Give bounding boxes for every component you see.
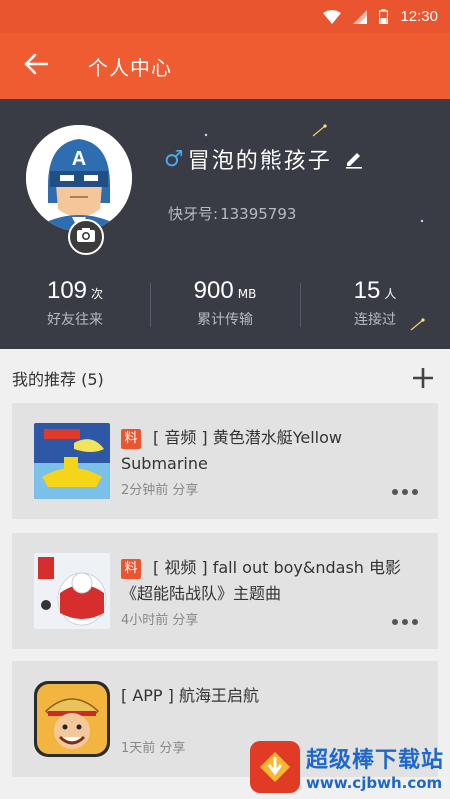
signal-icon xyxy=(353,9,368,24)
app-bar: 个人中心 xyxy=(0,33,450,99)
status-bar: 12:30 xyxy=(0,0,450,33)
more-options-button[interactable] xyxy=(388,489,418,495)
recommend-card[interactable]: 料[ 视频 ] fall out boy&ndash 电影《超能陆战队》主题曲 … xyxy=(12,533,438,649)
kuaiya-id: 快牙号: 13395793 xyxy=(168,203,298,224)
page-title: 个人中心 xyxy=(88,55,172,80)
add-recommend-button[interactable] xyxy=(408,363,438,393)
watermark-url: www.cjbwh.com xyxy=(306,774,443,792)
stats-row: 109 次 好友往来 900 MB 累计传输 15 人 连接过 xyxy=(0,277,450,337)
back-button[interactable] xyxy=(0,33,72,99)
more-options-button[interactable] xyxy=(388,619,418,625)
stat-value: 900 xyxy=(193,277,234,304)
card-meta: 1天前 分享 xyxy=(121,741,186,756)
watermark-title: 超级棒下载站 xyxy=(306,748,445,773)
kuaiya-id-label: 快牙号: xyxy=(168,205,219,223)
stat-unit: MB xyxy=(237,287,257,301)
battery-icon xyxy=(379,9,389,24)
watermark: 超级棒下载站 www.cjbwh.com xyxy=(250,735,450,799)
stat-unit: 人 xyxy=(384,287,397,301)
stat-connected[interactable]: 15 人 连接过 xyxy=(300,277,450,337)
arrow-left-icon xyxy=(24,53,49,79)
status-time: 12:30 xyxy=(400,8,438,25)
card-title: 料[ 视频 ] fall out boy&ndash 电影《超能陆战队》主题曲 xyxy=(121,555,421,607)
star-dot-icon xyxy=(204,133,208,137)
card-title: [ APP ] 航海王启航 xyxy=(121,683,421,709)
camera-icon xyxy=(76,227,96,247)
material-badge: 料 xyxy=(121,559,141,579)
kuaiya-id-value: 13395793 xyxy=(220,205,297,223)
name-row: ♂ 冒泡的熊孩子 xyxy=(164,143,364,175)
male-icon: ♂ xyxy=(164,146,184,172)
card-meta: 4小时前 分享 xyxy=(121,613,199,628)
stat-transfer[interactable]: 900 MB 累计传输 xyxy=(150,277,300,337)
watermark-logo xyxy=(250,741,300,793)
card-meta: 2分钟前 分享 xyxy=(121,483,199,498)
video-poster-thumbnail xyxy=(34,553,110,629)
more-dots-icon xyxy=(392,619,398,625)
plus-icon xyxy=(413,368,433,388)
avatar[interactable]: A xyxy=(26,125,132,231)
recommend-section: 我的推荐 (5) 料[ 音频 ] 黄色潜水艇Yellow Submarine 2… xyxy=(0,349,450,799)
recommend-title: 我的推荐 (5) xyxy=(12,370,104,389)
change-avatar-button[interactable] xyxy=(68,219,104,255)
pencil-icon xyxy=(345,153,362,169)
edit-name-button[interactable] xyxy=(344,149,364,169)
profile-header: A ♂ 冒泡的熊孩子 快牙号: 13395793 109 次 好友往来 900 MB … xyxy=(0,99,450,349)
card-title-text: [ 音频 ] 黄色潜水艇Yellow Submarine xyxy=(121,428,343,473)
card-title: 料[ 音频 ] 黄色潜水艇Yellow Submarine xyxy=(121,425,421,477)
wifi-icon xyxy=(323,9,342,24)
app-icon-thumbnail xyxy=(34,681,110,757)
stat-value: 109 xyxy=(46,277,88,304)
album-cover-thumbnail xyxy=(34,423,110,499)
recommend-card[interactable]: 料[ 音频 ] 黄色潜水艇Yellow Submarine 2分钟前 分享 xyxy=(12,403,438,519)
stat-label: 累计传输 xyxy=(197,312,253,328)
nickname: 冒泡的熊孩子 xyxy=(187,149,332,174)
stat-value: 15 xyxy=(353,277,381,304)
stat-label: 连接过 xyxy=(354,312,396,328)
more-dots-icon xyxy=(392,489,398,495)
stat-friends[interactable]: 109 次 好友往来 xyxy=(0,277,150,337)
card-title-text: [ 视频 ] fall out boy&ndash 电影《超能陆战队》主题曲 xyxy=(121,558,402,603)
card-title-text: [ APP ] 航海王启航 xyxy=(121,686,259,705)
material-badge: 料 xyxy=(121,429,141,449)
shooting-star-icon xyxy=(312,124,327,137)
stat-unit: 次 xyxy=(91,287,104,301)
star-dot-icon xyxy=(420,219,424,223)
recommend-header: 我的推荐 (5) xyxy=(12,363,438,393)
stat-label: 好友往来 xyxy=(47,312,103,328)
svg-text:A: A xyxy=(72,148,86,170)
